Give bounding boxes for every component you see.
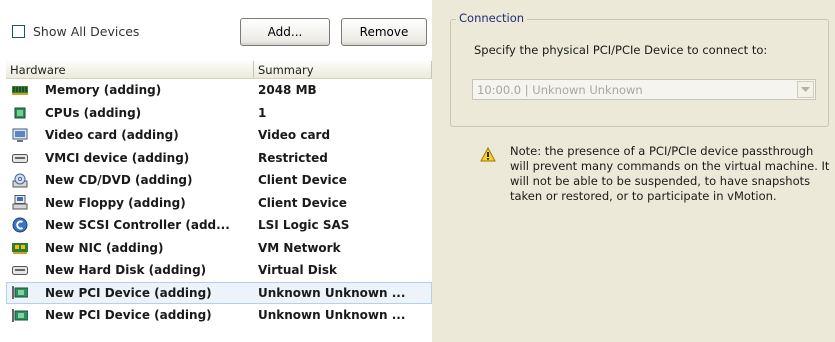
table-row[interactable]: New SCSI Controller (add... LSI Logic SAS	[6, 214, 432, 237]
table-row[interactable]: New Floppy (adding) Client Device	[6, 192, 432, 215]
hardware-label: Video card (adding)	[45, 128, 179, 143]
hardware-cell: CPUs (adding)	[6, 106, 254, 120]
remove-button[interactable]: Remove	[341, 18, 427, 46]
hardware-label: New SCSI Controller (add...	[45, 218, 230, 233]
table-row[interactable]: New Hard Disk (adding) Virtual Disk	[6, 259, 432, 282]
hardware-cell: Memory (adding)	[6, 83, 254, 97]
pci-device-select[interactable]: 10:00.0 | Unknown Unknown	[472, 79, 816, 100]
summary-cell: 2048 MB	[258, 83, 317, 98]
vmci-device-icon	[12, 151, 28, 165]
hardware-cell: New Hard Disk (adding)	[6, 263, 254, 277]
floppy-drive-icon	[12, 195, 28, 210]
table-row[interactable]: New PCI Device (adding) Unknown Unknown .…	[6, 304, 432, 327]
table-row[interactable]: Video card (adding) Video card	[6, 124, 432, 147]
connection-group	[450, 19, 829, 127]
table-row[interactable]: VMCI device (adding) Restricted	[6, 147, 432, 170]
cpu-icon	[12, 106, 28, 120]
connection-legend: Connection	[456, 11, 528, 25]
summary-cell: Unknown Unknown ...	[258, 285, 406, 300]
column-header-hardware[interactable]: Hardware	[6, 61, 254, 78]
show-all-devices-checkbox[interactable]	[12, 25, 25, 38]
summary-cell: Client Device	[258, 195, 347, 210]
hardware-table: Hardware Summary Memory (adding) 2048 MB C…	[6, 61, 432, 327]
table-row[interactable]: New PCI Device (adding) Unknown Unknown .…	[6, 281, 432, 304]
hardware-cell: Video card (adding)	[6, 128, 254, 142]
scsi-controller-icon	[12, 217, 28, 233]
table-header: Hardware Summary	[6, 61, 432, 79]
summary-cell: Client Device	[258, 173, 347, 188]
memory-icon	[12, 83, 28, 97]
hardware-cell: New Floppy (adding)	[6, 195, 254, 210]
hardware-label: CPUs (adding)	[45, 105, 142, 120]
hardware-cell: New PCI Device (adding)	[6, 308, 254, 322]
pci-device-icon	[12, 286, 28, 300]
hardware-label: New PCI Device (adding)	[45, 308, 212, 323]
hardware-label: New NIC (adding)	[45, 240, 164, 255]
connection-instruction: Specify the physical PCI/PCIe Device to …	[474, 43, 768, 57]
note-text: Note: the presence of a PCI/PCIe device …	[510, 144, 830, 203]
hardware-cell: New PCI Device (adding)	[6, 286, 254, 300]
summary-cell: LSI Logic SAS	[258, 218, 350, 233]
summary-cell: Virtual Disk	[258, 263, 337, 278]
show-all-devices-toggle[interactable]: Show All Devices	[12, 24, 139, 39]
table-row[interactable]: Memory (adding) 2048 MB	[6, 79, 432, 102]
pci-device-icon	[12, 308, 28, 322]
hardware-label: New Floppy (adding)	[45, 195, 186, 210]
hardware-cell: New CD/DVD (adding)	[6, 173, 254, 188]
summary-cell: 1	[258, 105, 267, 120]
pci-device-select-value: 10:00.0 | Unknown Unknown	[477, 82, 643, 97]
table-row[interactable]: New NIC (adding) VM Network	[6, 237, 432, 260]
hardware-label: New CD/DVD (adding)	[45, 173, 193, 188]
table-body: Memory (adding) 2048 MB CPUs (adding) 1 Vide…	[6, 79, 432, 327]
hardware-cell: New NIC (adding)	[6, 241, 254, 255]
hardware-label: VMCI device (adding)	[45, 150, 190, 165]
summary-cell: Unknown Unknown ...	[258, 308, 406, 323]
hardware-label: New PCI Device (adding)	[45, 285, 212, 300]
column-header-summary[interactable]: Summary	[254, 61, 432, 78]
monitor-icon	[12, 128, 28, 142]
warning-icon	[480, 146, 496, 163]
cd-dvd-drive-icon	[12, 173, 28, 188]
hardware-cell: VMCI device (adding)	[6, 151, 254, 165]
add-button[interactable]: Add...	[240, 18, 330, 46]
network-card-icon	[12, 241, 28, 255]
summary-cell: VM Network	[258, 240, 341, 255]
summary-cell: Video card	[258, 128, 331, 143]
passthrough-note: Note: the presence of a PCI/PCIe device …	[480, 144, 832, 204]
table-row[interactable]: New CD/DVD (adding) Client Device	[6, 169, 432, 192]
summary-cell: Restricted	[258, 150, 328, 165]
hardware-pane: Show All Devices Add... Remove Hardware …	[0, 0, 432, 342]
hardware-label: Memory (adding)	[45, 83, 162, 98]
hardware-cell: New SCSI Controller (add...	[6, 217, 254, 233]
hardware-label: New Hard Disk (adding)	[45, 263, 207, 278]
chevron-down-icon[interactable]	[797, 81, 814, 98]
hard-disk-icon	[12, 263, 28, 277]
show-all-devices-label[interactable]: Show All Devices	[33, 24, 139, 39]
table-row[interactable]: CPUs (adding) 1	[6, 102, 432, 125]
